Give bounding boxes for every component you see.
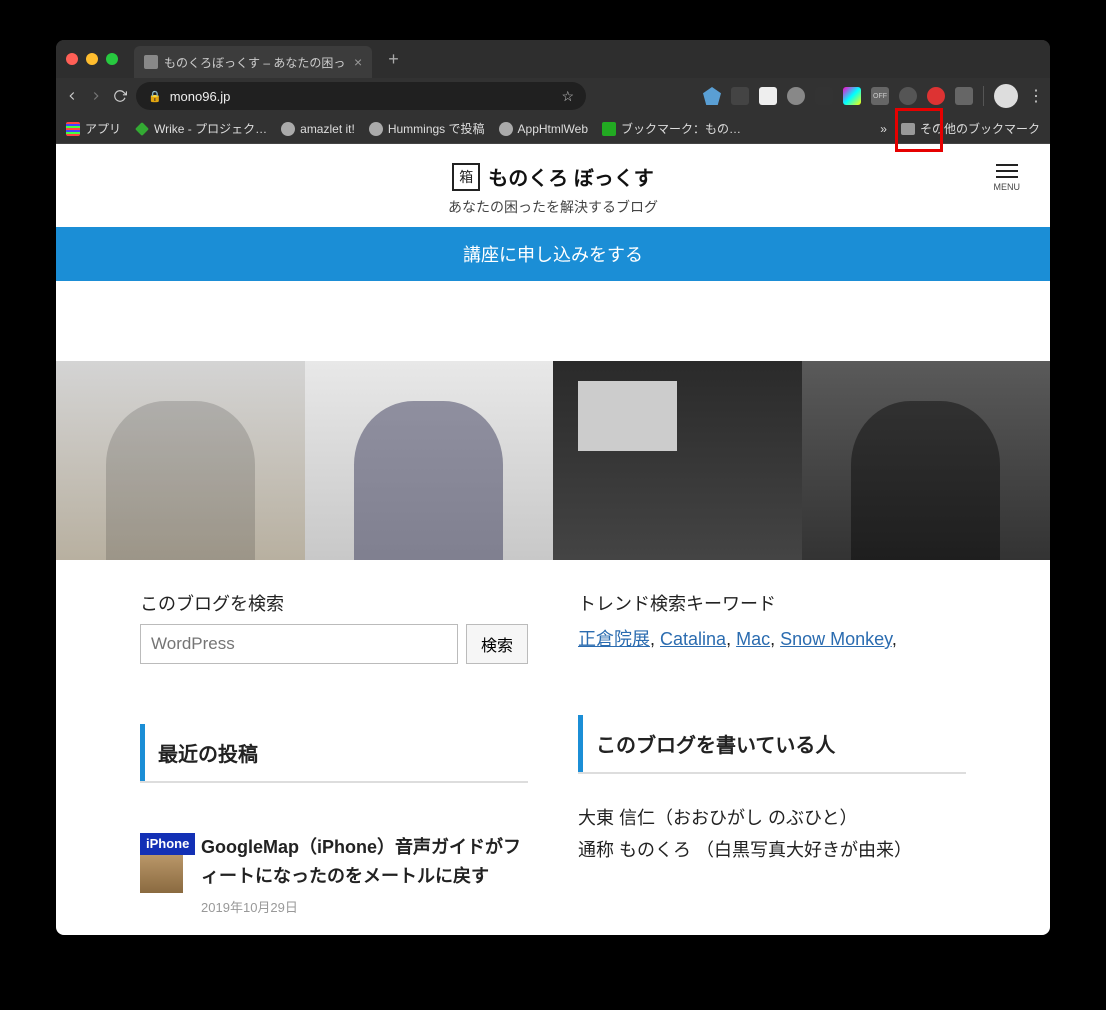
- apps-icon: [66, 122, 80, 136]
- search-label: このブログを検索: [140, 590, 528, 616]
- separator: ,: [892, 629, 897, 649]
- hamburger-icon: [996, 164, 1018, 178]
- browser-window: ものくろぼっくす – あなたの困っ… × + 🔒 mono96.jp ☆ OFF: [56, 40, 1050, 935]
- site-header: 箱 ものくろ ぼっくす あなたの困ったを解決するブログ MENU: [56, 144, 1050, 227]
- hero-images: [56, 361, 1050, 560]
- globe-icon: [369, 122, 383, 136]
- extension-icon[interactable]: [731, 87, 749, 105]
- new-tab-button[interactable]: +: [388, 49, 399, 70]
- divider: [983, 86, 984, 106]
- address-bar[interactable]: 🔒 mono96.jp ☆: [136, 82, 586, 110]
- bookmark-label: アプリ: [85, 120, 121, 137]
- trend-label: トレンド検索キーワード: [578, 590, 966, 616]
- globe-icon: [499, 122, 513, 136]
- post-title: GoogleMap（iPhone）音声ガイドがフィートになったのをメートルに戻す: [201, 833, 528, 891]
- maximize-window-button[interactable]: [106, 53, 118, 65]
- trend-keyword-link[interactable]: Snow Monkey: [780, 629, 892, 649]
- banner-text: 講座に申し込みをする: [463, 245, 643, 265]
- profile-avatar[interactable]: [994, 84, 1018, 108]
- bookmark-wrike[interactable]: Wrike - プロジェク…: [135, 120, 267, 137]
- site-subtitle: あなたの困ったを解決するブログ: [56, 197, 1050, 217]
- url-text: mono96.jp: [170, 89, 231, 104]
- bookmark-label: Hummings で投稿: [388, 120, 485, 137]
- minimize-window-button[interactable]: [86, 53, 98, 65]
- close-window-button[interactable]: [66, 53, 78, 65]
- tab-title: ものくろぼっくす – あなたの困っ…: [164, 54, 344, 71]
- search-row: 検索: [140, 624, 528, 664]
- hero-image: [802, 361, 1051, 560]
- menu-label: MENU: [994, 182, 1021, 192]
- hero-image: [553, 361, 802, 560]
- post-item[interactable]: iPhone GoogleMap（iPhone）音声ガイドがフィートになったのを…: [140, 833, 528, 916]
- separator: ,: [650, 629, 660, 649]
- star-icon[interactable]: ☆: [561, 88, 574, 105]
- search-button[interactable]: 検索: [466, 624, 528, 664]
- titlebar: ものくろぼっくす – あなたの困っ… × +: [56, 40, 1050, 78]
- separator: ,: [770, 629, 780, 649]
- bookmark-apphtml[interactable]: AppHtmlWeb: [499, 122, 588, 136]
- bookmark-label: AppHtmlWeb: [518, 122, 588, 136]
- back-button[interactable]: [64, 88, 80, 104]
- extension-off-icon[interactable]: OFF: [871, 87, 889, 105]
- favicon-icon: [144, 55, 158, 69]
- recent-posts-heading: 最近の投稿: [140, 724, 528, 783]
- logo-row[interactable]: 箱 ものくろ ぼっくす: [56, 162, 1050, 191]
- highlight-box: [895, 108, 943, 152]
- trend-links: 正倉院展, Catalina, Mac, Snow Monkey,: [578, 624, 966, 655]
- bookmark-apps[interactable]: アプリ: [66, 120, 121, 137]
- close-tab-icon[interactable]: ×: [354, 54, 362, 70]
- extension-highlighted-icon[interactable]: [927, 87, 945, 105]
- extension-icon[interactable]: [899, 87, 917, 105]
- globe-icon: [281, 122, 295, 136]
- bookmarks-overflow-icon[interactable]: »: [880, 122, 887, 136]
- extension-icon[interactable]: [759, 87, 777, 105]
- extension-icons: OFF ⋮: [703, 84, 1042, 108]
- trend-keyword-link[interactable]: Mac: [736, 629, 770, 649]
- extension-icon[interactable]: [787, 87, 805, 105]
- window-controls: [66, 53, 118, 65]
- right-column: トレンド検索キーワード 正倉院展, Catalina, Mac, Snow Mo…: [578, 590, 966, 916]
- hero-image: [305, 361, 554, 560]
- post-thumbnail: iPhone: [140, 833, 183, 893]
- post-category-badge: iPhone: [140, 833, 195, 855]
- browser-tab[interactable]: ものくろぼっくす – あなたの困っ… ×: [134, 46, 372, 78]
- separator: ,: [726, 629, 736, 649]
- extension-diamond-icon[interactable]: [703, 87, 721, 105]
- trend-keyword-link[interactable]: Catalina: [660, 629, 726, 649]
- lock-icon: 🔒: [148, 90, 162, 103]
- post-date: 2019年10月29日: [201, 897, 528, 916]
- hero-image: [56, 361, 305, 560]
- bookmark-label: amazlet it!: [300, 122, 355, 136]
- extension-icon[interactable]: [843, 87, 861, 105]
- author-line: 大東 信仁（おおひがし のぶひと）: [578, 802, 966, 834]
- trend-keyword-link[interactable]: 正倉院展: [578, 629, 650, 649]
- post-text: GoogleMap（iPhone）音声ガイドがフィートになったのをメートルに戻す…: [201, 833, 528, 916]
- content-columns: このブログを検索 検索 最近の投稿 iPhone GoogleMap（iPhon…: [56, 560, 1050, 916]
- reload-button[interactable]: [112, 88, 128, 104]
- author-line: 通称 ものくろ （白黒写真大好きが由来）: [578, 834, 966, 866]
- site-title: ものくろ ぼっくす: [488, 162, 654, 191]
- search-input[interactable]: [140, 624, 458, 664]
- page-content: 箱 ものくろ ぼっくす あなたの困ったを解決するブログ MENU 講座に申し込み…: [56, 144, 1050, 935]
- menu-button[interactable]: MENU: [994, 164, 1021, 192]
- logo-icon: 箱: [452, 163, 480, 191]
- author-info: 大東 信仁（おおひがし のぶひと） 通称 ものくろ （白黒写真大好きが由来）: [578, 802, 966, 867]
- bookmark-label: ブックマーク：もの…: [621, 120, 741, 137]
- bookmark-label: Wrike - プロジェク…: [154, 120, 267, 137]
- extension-icon[interactable]: [955, 87, 973, 105]
- bookmark-item[interactable]: ブックマーク：もの…: [602, 120, 741, 137]
- forward-button[interactable]: [88, 88, 104, 104]
- left-column: このブログを検索 検索 最近の投稿 iPhone GoogleMap（iPhon…: [140, 590, 528, 916]
- extension-pocket-icon[interactable]: [815, 87, 833, 105]
- bookmark-amazlet[interactable]: amazlet it!: [281, 122, 355, 136]
- cta-banner[interactable]: 講座に申し込みをする: [56, 227, 1050, 281]
- browser-menu-button[interactable]: ⋮: [1028, 86, 1042, 106]
- bookmark-icon: [602, 122, 616, 136]
- author-heading: このブログを書いている人: [578, 715, 966, 774]
- wrike-icon: [135, 122, 149, 136]
- bookmark-hummings[interactable]: Hummings で投稿: [369, 120, 485, 137]
